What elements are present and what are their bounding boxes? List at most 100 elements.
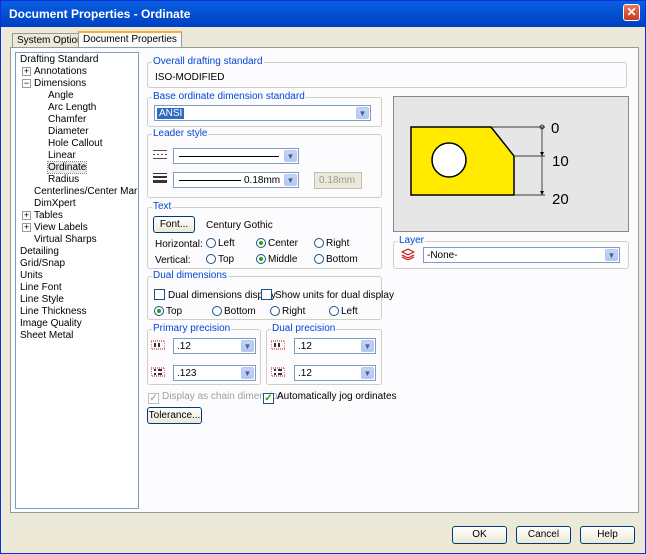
tree-item-angle[interactable]: Angle xyxy=(48,90,74,102)
line-thickness-select[interactable]: 0.18mm ▼ xyxy=(173,172,299,188)
tree-item-line-thickness[interactable]: Line Thickness xyxy=(20,306,87,318)
radio-horizontal-right[interactable]: Right xyxy=(314,238,349,249)
tree-item-hole-callout[interactable]: Hole Callout xyxy=(48,138,102,150)
radio-dual-top[interactable]: Top xyxy=(154,306,182,317)
radio-horizontal-center[interactable]: Center xyxy=(256,238,298,249)
checkbox-icon: ✓ xyxy=(263,393,274,404)
radio-dual-right[interactable]: Right xyxy=(270,306,305,317)
tree-item-label: Detailing xyxy=(20,246,59,257)
radio-label: Top xyxy=(218,254,235,265)
tree-item-label: Virtual Sharps xyxy=(34,234,97,245)
expand-icon[interactable]: + xyxy=(22,211,31,220)
tree-item-drafting-standard[interactable]: Drafting Standard xyxy=(20,54,98,66)
expand-icon[interactable]: + xyxy=(22,223,31,232)
radio-icon xyxy=(256,238,266,248)
tree-item-label: Chamfer xyxy=(48,114,87,125)
vertical-label: Vertical: xyxy=(155,255,191,266)
tree-item-line-font[interactable]: Line Font xyxy=(20,282,62,294)
checkbox-label: Show units for dual display xyxy=(275,290,394,301)
tree-item-detailing[interactable]: Detailing xyxy=(20,246,59,258)
tree-item-label: Tables xyxy=(34,210,63,221)
tab-document-properties[interactable]: Document Properties xyxy=(78,31,182,48)
tree-item-annotations[interactable]: + Annotations xyxy=(22,66,87,78)
tree-item-label: Diameter xyxy=(48,126,89,137)
chevron-down-icon[interactable]: ▼ xyxy=(605,249,618,261)
tree-item-view-labels[interactable]: + View Labels xyxy=(22,222,88,234)
tree-item-dimensions[interactable]: − Dimensions xyxy=(22,78,86,90)
tree-item-grid-snap[interactable]: Grid/Snap xyxy=(20,258,65,270)
close-icon[interactable]: ✕ xyxy=(623,4,640,21)
layers-icon xyxy=(401,248,415,260)
show-units-checkbox[interactable]: Show units for dual display xyxy=(261,289,394,301)
radio-dual-left[interactable]: Left xyxy=(329,306,358,317)
chevron-down-icon[interactable]: ▼ xyxy=(284,150,297,162)
line-style-select[interactable]: ▼ xyxy=(173,148,299,164)
chevron-down-icon[interactable]: ▼ xyxy=(284,174,297,186)
ok-button[interactable]: OK xyxy=(452,526,507,544)
font-button[interactable]: Font... xyxy=(153,216,195,233)
expand-icon[interactable]: + xyxy=(22,67,31,76)
radio-label: Bottom xyxy=(326,254,358,265)
tolerance-button[interactable]: Tolerance... xyxy=(147,407,202,424)
tree-item-ordinate[interactable]: Ordinate xyxy=(46,161,88,174)
tree-item-linear[interactable]: Linear xyxy=(48,150,76,162)
radio-dual-bottom[interactable]: Bottom xyxy=(212,306,256,317)
chevron-down-icon[interactable]: ▼ xyxy=(241,340,254,352)
tree-item-diameter[interactable]: Diameter xyxy=(48,126,89,138)
dual-dimensions-display-checkbox[interactable]: Dual dimensions display xyxy=(154,289,276,301)
tree-item-virtual-sharps[interactable]: Virtual Sharps xyxy=(34,234,97,246)
group-title: Text xyxy=(152,201,173,212)
tree-item-label: View Labels xyxy=(34,222,88,233)
tree-item-radius[interactable]: Radius xyxy=(48,174,79,186)
radio-icon xyxy=(314,238,324,248)
line-thickness-value: 0.18mm xyxy=(244,175,281,186)
tree-item-units[interactable]: Units xyxy=(20,270,43,282)
horizontal-label: Horizontal: xyxy=(155,239,203,250)
ordinate-label: 20 xyxy=(552,191,569,208)
radio-icon xyxy=(270,306,280,316)
dual-precision-select[interactable]: .12 ▼ xyxy=(294,338,376,354)
checkbox-icon xyxy=(261,289,272,300)
tree-item-sheet-metal[interactable]: Sheet Metal xyxy=(20,330,73,342)
options-tree[interactable]: Drafting Standard + Annotations − Dimensio… xyxy=(15,52,139,509)
layer-select[interactable]: -None- ▼ xyxy=(423,247,620,263)
checkbox-icon xyxy=(154,289,165,300)
radio-label: Center xyxy=(268,238,299,249)
cancel-button[interactable]: Cancel xyxy=(516,526,571,544)
tree-item-label: Dimensions xyxy=(34,78,87,89)
tab-label: Document Properties xyxy=(83,34,177,45)
tree-item-label: Centerlines/Center Marks xyxy=(34,186,139,197)
select-value: .123 xyxy=(177,368,197,379)
primary-tolerance-precision-select[interactable]: .123 ▼ xyxy=(173,365,256,381)
radio-horizontal-left[interactable]: Left xyxy=(206,238,235,249)
custom-thickness-input[interactable]: 0.18mm xyxy=(314,172,362,189)
tree-item-label: Hole Callout xyxy=(48,138,103,149)
base-standard-select[interactable]: ANSI ▼ xyxy=(154,105,371,121)
checkbox-label: Dual dimensions display xyxy=(168,290,276,301)
tree-item-image-quality[interactable]: Image Quality xyxy=(20,318,82,330)
help-button[interactable]: Help xyxy=(580,526,635,544)
tree-item-centerlines[interactable]: Centerlines/Center Marks xyxy=(34,186,139,198)
chevron-down-icon[interactable]: ▼ xyxy=(241,367,254,379)
precision-tolerance-icon xyxy=(151,367,165,377)
chevron-down-icon[interactable]: ▼ xyxy=(361,367,374,379)
tree-item-chamfer[interactable]: Chamfer xyxy=(48,114,86,126)
radio-label: Top xyxy=(166,306,183,317)
tree-item-dimxpert[interactable]: DimXpert xyxy=(34,198,76,210)
radio-vertical-bottom[interactable]: Bottom xyxy=(314,254,358,265)
dual-tolerance-precision-select[interactable]: .12 ▼ xyxy=(294,365,376,381)
chevron-down-icon[interactable]: ▼ xyxy=(361,340,374,352)
radio-vertical-top[interactable]: Top xyxy=(206,254,234,265)
chevron-down-icon[interactable]: ▼ xyxy=(356,107,369,119)
radio-vertical-middle[interactable]: Middle xyxy=(256,254,297,265)
group-title: Primary precision xyxy=(152,323,232,334)
tree-item-arc-length[interactable]: Arc Length xyxy=(48,102,96,114)
tree-item-label: Annotations xyxy=(34,66,87,77)
tree-item-line-style[interactable]: Line Style xyxy=(20,294,64,306)
tree-item-label: Line Thickness xyxy=(20,306,87,317)
line-sample-icon xyxy=(179,156,279,157)
auto-jog-checkbox[interactable]: ✓ Automatically jog ordinates xyxy=(263,391,397,404)
tree-item-tables[interactable]: + Tables xyxy=(22,210,63,222)
collapse-icon[interactable]: − xyxy=(22,79,31,88)
primary-precision-select[interactable]: .12 ▼ xyxy=(173,338,256,354)
